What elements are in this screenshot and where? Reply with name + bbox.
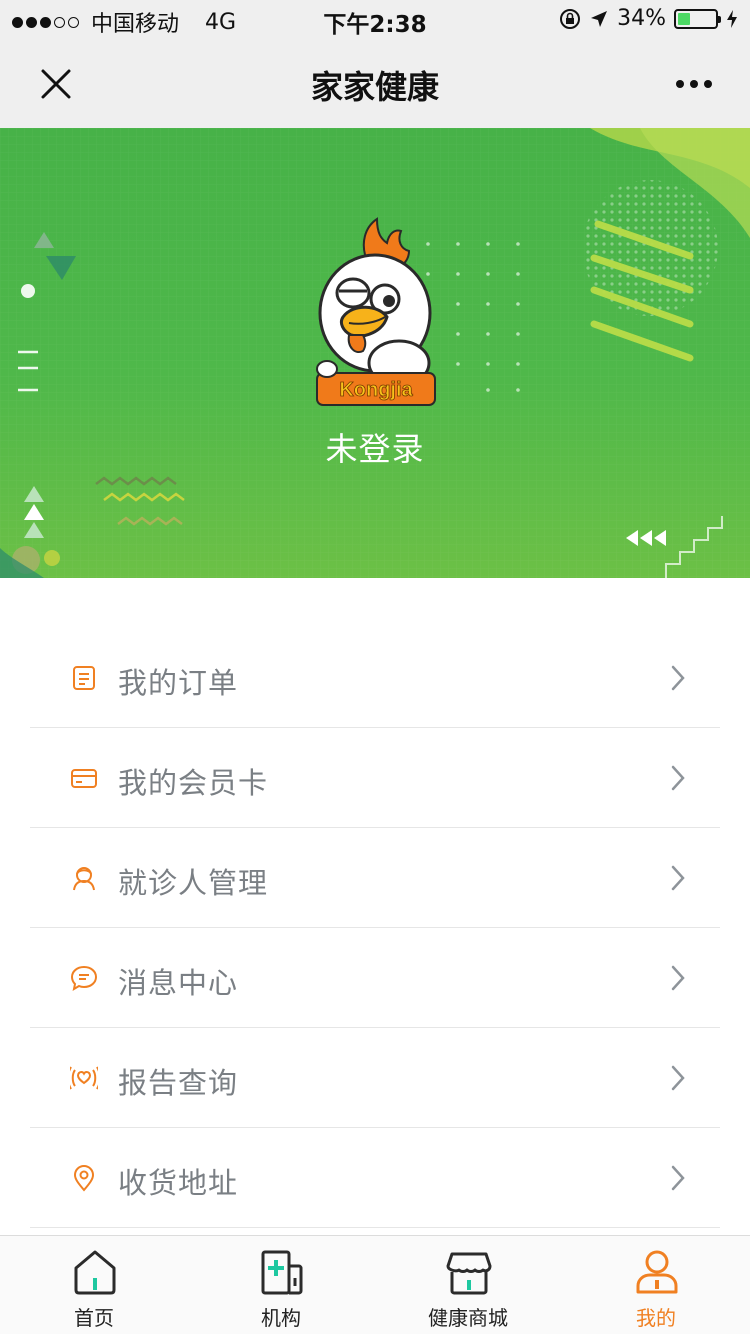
store-icon [446,1252,492,1295]
status-bar: 中国移动 4G 下午2:38 34% [0,0,750,40]
tab-label: 健康商城 [428,1306,508,1330]
chevron-right-icon [671,1065,685,1091]
tab-label: 首页 [74,1306,114,1330]
more-dot-icon [690,80,698,88]
page-title: 家家健康 [310,68,439,106]
chevron-right-icon [671,765,685,791]
card-icon [71,769,97,788]
battery-percent: 34% [617,6,666,31]
more-button[interactable] [668,62,720,106]
more-dot-icon [704,80,712,88]
avatar-logo-text: Kongjia [339,379,413,401]
menu-item-membership-card[interactable]: 我的会员卡 [30,728,720,828]
chevron-right-icon [671,665,685,691]
institution-icon [261,1250,303,1295]
rotation-lock-icon [560,8,581,29]
tab-mine[interactable]: 我的 [586,1236,726,1334]
menu-item-label: 就诊人管理 [118,866,269,900]
menu-item-label: 我的会员卡 [118,766,269,800]
tab-store[interactable]: 健康商城 [398,1236,538,1334]
message-icon [70,965,98,992]
nav-bar: 家家健康 [0,40,750,128]
menu-item-label: 消息中心 [118,966,239,1000]
order-icon [73,666,95,690]
patient-icon [73,867,95,891]
menu-item-reports[interactable]: 报告查询 [30,1028,720,1128]
more-dot-icon [676,80,684,88]
login-status[interactable]: 未登录 [0,424,750,470]
menu-item-patients[interactable]: 就诊人管理 [30,828,720,928]
battery-icon [674,8,721,29]
menu-item-orders[interactable]: 我的订单 [30,628,720,728]
status-right: 34% [559,6,738,31]
tab-label: 机构 [261,1306,301,1330]
report-icon [70,1066,98,1090]
tab-institution[interactable]: 机构 [211,1236,351,1334]
tab-bar: 首页 机构 健康商城 我的 [0,1235,750,1334]
tab-label: 我的 [636,1306,676,1330]
location-arrow-icon [591,10,608,27]
home-icon [74,1250,116,1295]
location-icon [73,1164,95,1192]
profile-banner: Kongjia 未登录 [0,128,750,578]
menu-item-label: 收货地址 [118,1166,239,1200]
menu-item-address[interactable]: 收货地址 [30,1128,720,1228]
tab-home[interactable]: 首页 [24,1236,164,1334]
chevron-right-icon [671,965,685,991]
menu-list: 我的订单 我的会员卡 就诊人管理 消息中心 报告查询 收货地址 [30,628,720,1228]
avatar: Kongjia [316,217,436,406]
menu-item-label: 报告查询 [118,1066,239,1100]
chevron-right-icon [671,1165,685,1191]
menu-item-label: 我的订单 [118,666,239,700]
chevron-right-icon [671,865,685,891]
user-icon [636,1250,678,1294]
charging-icon [727,9,737,28]
menu-item-messages[interactable]: 消息中心 [30,928,720,1028]
